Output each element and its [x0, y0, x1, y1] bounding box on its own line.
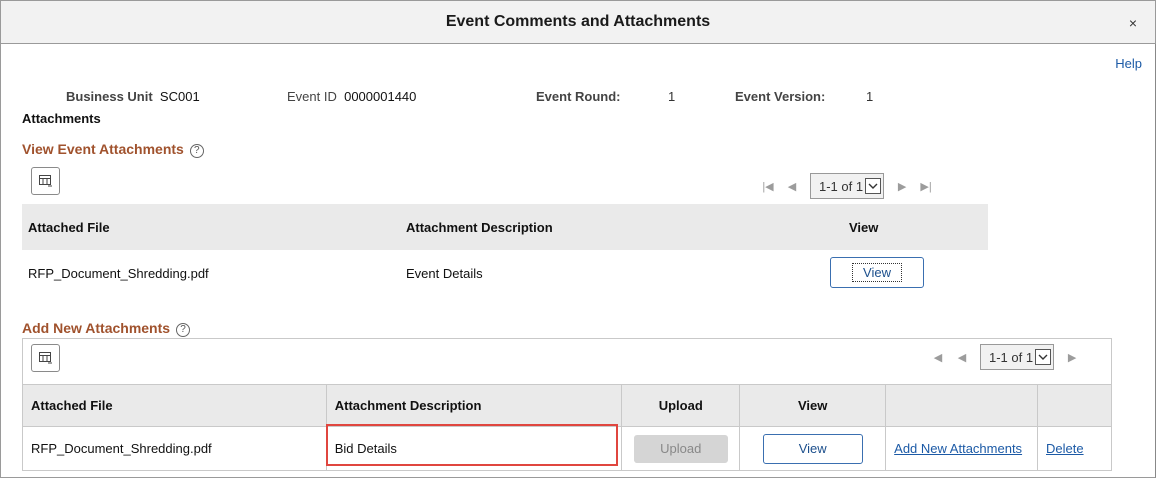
- grid-personalize-icon[interactable]: [31, 167, 60, 195]
- grid-personalize-icon[interactable]: [31, 344, 60, 372]
- business-unit-label: Business Unit: [66, 89, 153, 104]
- view-section-title: View Event Attachments?: [22, 141, 204, 158]
- view-cell: View: [739, 426, 887, 471]
- help-link[interactable]: Help: [1115, 56, 1142, 71]
- event-version: Event Version:: [735, 89, 825, 104]
- view-pager-label: 1-1 of 1: [819, 178, 864, 194]
- previous-page-icon[interactable]: ◀: [780, 180, 804, 193]
- event-id-value: 0000001440: [344, 89, 417, 104]
- col-attached-file: Attached File: [28, 220, 110, 235]
- add-attachments-table: Attached File Attachment Description Upl…: [22, 384, 1112, 471]
- col-add: [885, 384, 1038, 427]
- business-unit: Business Unit SC001: [66, 89, 200, 104]
- col-upload: Upload: [621, 384, 741, 427]
- event-round-value: 1: [668, 89, 676, 104]
- question-circle-icon[interactable]: ?: [176, 323, 191, 337]
- event-id: Event ID 0000001440: [287, 89, 416, 104]
- table-header-row: Attached File Attachment Description Upl…: [22, 384, 1112, 427]
- event-id-label: Event ID: [287, 89, 337, 104]
- chevron-down-icon: [1035, 349, 1052, 365]
- delete-cell: Delete: [1037, 426, 1112, 471]
- next-page-icon[interactable]: ▶: [890, 180, 914, 193]
- col-attachment-description: Attachment Description: [325, 384, 623, 427]
- business-unit-value: SC001: [159, 89, 200, 104]
- view-section-title-text: View Event Attachments: [22, 141, 184, 157]
- first-page-icon[interactable]: ◀: [926, 351, 950, 364]
- event-round-label: Event Round:: [536, 89, 621, 104]
- add-pager-select[interactable]: 1-1 of 1: [980, 344, 1055, 370]
- last-page-icon[interactable]: ▶|: [914, 180, 938, 193]
- add-pager: ◀ ◀ 1-1 of 1 ▶: [926, 344, 1084, 370]
- attachment-description-input[interactable]: Bid Details: [325, 426, 623, 471]
- col-attachment-description: Attachment Description: [406, 220, 553, 235]
- add-new-attachments-link[interactable]: Add New Attachments: [894, 441, 1022, 456]
- view-button[interactable]: View: [830, 257, 924, 288]
- add-section-title: Add New Attachments?: [22, 320, 191, 337]
- upload-button[interactable]: Upload: [633, 434, 728, 463]
- attachments-label: Attachments: [22, 111, 101, 126]
- dialog-titlebar: Event Comments and Attachments ×: [0, 0, 1156, 44]
- dialog-title: Event Comments and Attachments: [445, 13, 711, 30]
- first-page-icon[interactable]: |◀: [756, 180, 780, 193]
- view-pager-select[interactable]: 1-1 of 1: [810, 173, 885, 199]
- view-button-label: View: [852, 263, 902, 282]
- add-pager-label: 1-1 of 1: [989, 349, 1034, 365]
- chevron-down-icon: [865, 178, 882, 194]
- table-row: RFP_Document_Shredding.pdf Bid Details U…: [22, 426, 1112, 471]
- add-section-title-text: Add New Attachments: [22, 320, 171, 336]
- col-attached-file: Attached File: [22, 384, 327, 427]
- view-table-header: Attached File Attachment Description Vie…: [22, 204, 988, 250]
- delete-link[interactable]: Delete: [1046, 441, 1084, 456]
- add-cell: Add New Attachments: [885, 426, 1038, 471]
- event-round: Event Round:: [536, 89, 621, 104]
- col-view: View: [849, 220, 879, 235]
- upload-cell: Upload: [621, 426, 741, 471]
- event-version-label: Event Version:: [735, 89, 826, 104]
- next-page-icon[interactable]: ▶: [1060, 351, 1084, 364]
- view-pager: |◀ ◀ 1-1 of 1 ▶ ▶|: [756, 173, 938, 199]
- previous-page-icon[interactable]: ◀: [950, 351, 974, 364]
- col-delete: [1037, 384, 1112, 427]
- question-circle-icon[interactable]: ?: [189, 144, 204, 158]
- col-view: View: [739, 384, 887, 427]
- attached-file-name: RFP_Document_Shredding.pdf: [22, 426, 327, 471]
- attachment-description: Event Details: [406, 266, 483, 281]
- attached-file-name: RFP_Document_Shredding.pdf: [28, 266, 209, 281]
- view-button[interactable]: View: [762, 433, 863, 464]
- event-version-value: 1: [866, 89, 874, 104]
- close-icon[interactable]: ×: [1129, 15, 1137, 31]
